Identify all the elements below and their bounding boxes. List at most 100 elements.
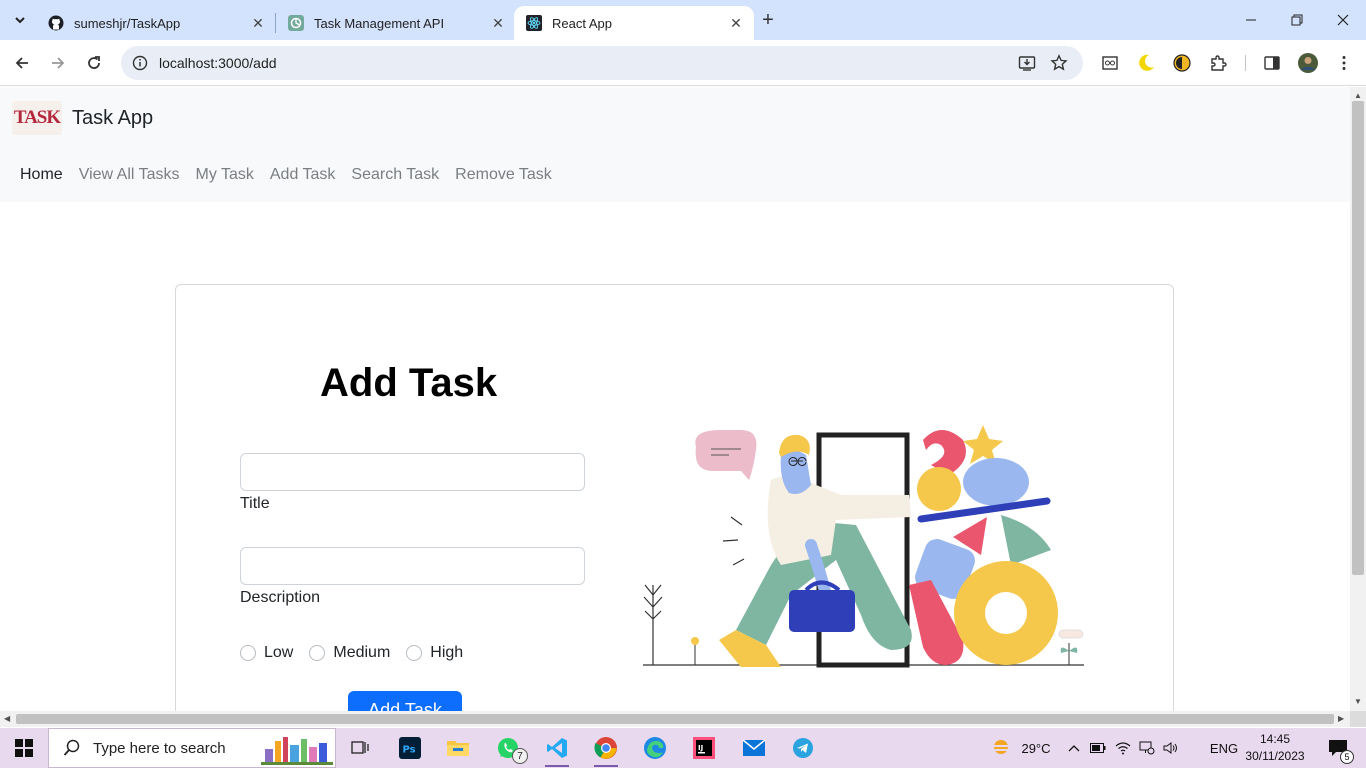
description-label: Description [240, 589, 321, 606]
add-task-button[interactable]: Add Task [348, 691, 462, 711]
volume-icon[interactable] [1160, 728, 1182, 768]
side-panel-icon[interactable] [1260, 51, 1284, 75]
mail-app[interactable] [730, 728, 778, 768]
info-icon[interactable] [123, 55, 157, 71]
close-window-button[interactable] [1320, 0, 1366, 40]
tab-github[interactable]: sumeshjr/TaskApp ✕ [36, 6, 276, 40]
timer-extension-icon[interactable] [1170, 51, 1194, 75]
title-input[interactable] [240, 453, 585, 491]
weather-sun-icon [992, 740, 1011, 754]
start-button[interactable] [0, 728, 48, 768]
chrome-app[interactable] [582, 728, 630, 768]
close-icon[interactable]: ✕ [490, 15, 506, 31]
github-icon [48, 15, 64, 31]
tab-title: Task Management API [314, 15, 445, 31]
file-explorer-app[interactable] [434, 728, 482, 768]
arrow-left-icon [15, 57, 28, 69]
close-icon [1337, 14, 1349, 26]
taskbar-clock[interactable]: 14:45 30/11/2023 [1240, 731, 1310, 765]
nav-view-all-tasks[interactable]: View All Tasks [79, 166, 180, 184]
wifi-icon[interactable] [1113, 728, 1133, 768]
photoshop-app[interactable]: Ps [386, 728, 434, 768]
vertical-scroll-thumb[interactable] [1352, 101, 1364, 575]
tab-task-api[interactable]: Task Management API ✕ [276, 6, 516, 40]
profile-avatar[interactable] [1296, 51, 1320, 75]
scroll-down-icon[interactable]: ▼ [1354, 697, 1362, 706]
clock-time: 14:45 [1259, 732, 1291, 746]
svg-text:IJ: IJ [698, 744, 703, 752]
nav-my-task[interactable]: My Task [195, 166, 253, 184]
nav-search-task[interactable]: Search Task [351, 166, 439, 184]
city-skyline-icon [261, 737, 333, 765]
star-icon[interactable] [1050, 54, 1068, 72]
close-icon[interactable]: ✕ [728, 15, 744, 31]
kebab-menu-icon[interactable] [1332, 51, 1356, 75]
title-label: Title [240, 495, 270, 512]
network-icon[interactable] [1137, 728, 1157, 768]
tab-search-button[interactable] [6, 6, 34, 34]
chevron-down-icon [15, 17, 25, 24]
install-app-icon[interactable] [1018, 54, 1036, 72]
radio-low[interactable] [240, 645, 256, 661]
windows-taskbar: Type here to search Ps 7 IJ 29°C ENG 14:… [0, 728, 1366, 768]
weather-temp: 29°C [1021, 740, 1051, 756]
edge-app[interactable] [631, 728, 679, 768]
add-task-card: Add Task Title Description Low Medium Hi… [175, 284, 1174, 711]
reload-button[interactable] [80, 49, 108, 77]
logo-text: TASK [13, 107, 61, 128]
vertical-scrollbar[interactable]: ▲ ▼ [1350, 87, 1366, 711]
whatsapp-app[interactable]: 7 [484, 728, 532, 768]
nav-add-task[interactable]: Add Task [270, 166, 336, 184]
whatsapp-badge: 7 [512, 748, 528, 764]
radio-label-high: High [430, 644, 464, 661]
telegram-icon [793, 738, 813, 758]
notification-center[interactable]: 5 [1320, 728, 1356, 768]
svg-text:Ps: Ps [403, 745, 416, 756]
tray-overflow-button[interactable] [1064, 728, 1084, 768]
new-tab-button[interactable]: + [754, 6, 782, 34]
language-indicator[interactable]: ENG [1206, 728, 1242, 768]
back-button[interactable] [8, 49, 36, 77]
nav-remove-task[interactable]: Remove Task [455, 166, 552, 184]
tab-react-app[interactable]: React App ✕ [514, 6, 754, 40]
taskbar-search[interactable]: Type here to search [48, 728, 336, 768]
weather-widget[interactable]: 29°C [980, 728, 1060, 768]
description-input[interactable] [240, 547, 585, 585]
address-bar[interactable]: localhost:3000/add [121, 46, 1083, 80]
horizontal-scroll-thumb[interactable] [16, 714, 1334, 724]
nav-home[interactable]: Home [20, 166, 63, 184]
page-viewport: TASK Task App Home View All Tasks My Tas… [0, 87, 1350, 711]
folder-icon [447, 741, 469, 756]
react-icon [526, 15, 542, 31]
tab-strip: sumeshjr/TaskApp ✕ Task Management API ✕… [0, 0, 1366, 40]
task-view-icon [351, 741, 369, 754]
restore-button[interactable] [1274, 0, 1320, 40]
telegram-app[interactable] [779, 728, 827, 768]
chrome-icon [594, 737, 617, 759]
scroll-up-icon[interactable]: ▲ [1354, 91, 1362, 100]
reading-mode-icon[interactable] [1098, 51, 1122, 75]
vscode-app[interactable] [533, 728, 581, 768]
arrow-right-icon [52, 57, 65, 69]
scroll-left-icon[interactable]: ◀ [4, 714, 10, 723]
extensions-puzzle-icon[interactable] [1206, 51, 1230, 75]
tab-title: React App [552, 15, 612, 31]
close-icon[interactable]: ✕ [250, 15, 266, 31]
intellij-app[interactable]: IJ [680, 728, 728, 768]
forward-button[interactable] [44, 49, 72, 77]
chevron-up-icon [1068, 745, 1080, 752]
radio-high[interactable] [406, 645, 423, 661]
task-logo: TASK [12, 101, 62, 135]
radio-medium[interactable] [309, 645, 326, 661]
dark-mode-extension-icon[interactable] [1134, 51, 1158, 75]
minimize-button[interactable] [1228, 0, 1274, 40]
windows-logo-icon [15, 739, 33, 757]
openai-icon [288, 15, 304, 31]
brand[interactable]: TASK Task App [12, 101, 153, 135]
battery-icon[interactable] [1088, 728, 1108, 768]
restore-icon [1291, 14, 1303, 26]
horizontal-scrollbar[interactable]: ◀ ▶ [0, 711, 1350, 727]
scroll-right-icon[interactable]: ▶ [1338, 714, 1344, 723]
task-illustration [643, 425, 1084, 668]
task-view-button[interactable] [336, 728, 384, 768]
